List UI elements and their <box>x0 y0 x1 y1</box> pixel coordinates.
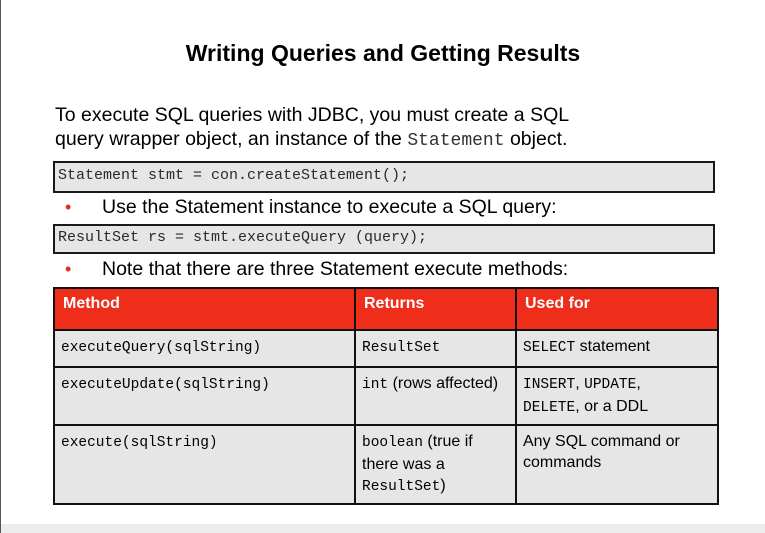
method-name: executeUpdate(sqlString) <box>61 377 270 393</box>
method-cell: execute(sqlString) <box>53 424 356 505</box>
header-used-for: Used for <box>515 287 719 331</box>
used-for-text: , or a DDL <box>575 398 649 415</box>
method-name: execute(sqlString) <box>61 435 218 451</box>
returns-type: boolean <box>362 435 423 451</box>
used-for-code-insert: INSERT <box>523 377 576 393</box>
used-for-text: Any SQL command or commands <box>523 433 680 471</box>
bullet-text: Note that there are three Statement exec… <box>102 258 569 280</box>
returns-type: int <box>362 377 389 393</box>
intro-line-2-text: query wrapper object, an instance of the <box>55 128 402 150</box>
intro-paragraph: To execute SQL queries with JDBC, you mu… <box>55 103 735 153</box>
header-returns: Returns <box>354 287 517 331</box>
slide-title: Writing Queries and Getting Results <box>185 40 581 66</box>
returns-text: (rows affected) <box>392 375 499 392</box>
used-for-code-delete: DELETE <box>523 400 576 416</box>
bullet-dot-icon: • <box>65 197 72 217</box>
bullet-execute-query: • Use the Statement instance to execute a… <box>65 196 557 218</box>
used-for-cell: SELECT statement <box>515 329 719 368</box>
table-header-row: Method Returns Used for <box>53 287 719 331</box>
slide: Writing Queries and Getting Results To e… <box>0 0 765 533</box>
methods-table: Method Returns Used for executeQuery(sql… <box>53 287 719 505</box>
returns-type-resultset: ResultSet <box>362 479 441 495</box>
used-for-cell: INSERT, UPDATE, DELETE, or a DDL <box>515 366 719 426</box>
used-for-code: SELECT <box>523 340 576 356</box>
method-cell: executeUpdate(sqlString) <box>53 366 356 426</box>
bullet-text: Use the Statement instance to execute a … <box>102 196 557 218</box>
bullet-dot-icon: • <box>65 259 72 279</box>
table-row: executeUpdate(sqlString) int (rows affec… <box>53 366 719 426</box>
method-cell: executeQuery(sqlString) <box>53 329 356 368</box>
used-for-cell: Any SQL command or commands <box>515 424 719 505</box>
used-for-text: statement <box>579 338 650 355</box>
footer-bar <box>1 524 765 533</box>
intro-code-statement: Statement <box>407 131 505 151</box>
table-row: execute(sqlString) boolean (true if ther… <box>53 424 719 505</box>
code-create-statement: Statement stmt = con.createStatement(); <box>53 161 715 193</box>
returns-end: ) <box>440 477 446 494</box>
bullet-execute-methods: • Note that there are three Statement exe… <box>65 258 568 280</box>
intro-line-2-end: object. <box>509 128 568 150</box>
returns-cell: int (rows affected) <box>354 366 517 426</box>
intro-line-1: To execute SQL queries with JDBC, you mu… <box>55 104 570 126</box>
separator: , <box>636 375 641 392</box>
method-name: executeQuery(sqlString) <box>61 340 262 356</box>
table-row: executeQuery(sqlString) ResultSet SELECT… <box>53 329 719 368</box>
returns-type: ResultSet <box>362 340 441 356</box>
separator: , <box>575 375 580 392</box>
header-method: Method <box>53 287 356 331</box>
used-for-code-update: UPDATE <box>584 377 637 393</box>
code-execute-query: ResultSet rs = stmt.executeQuery (query)… <box>53 224 715 254</box>
returns-cell: ResultSet <box>354 329 517 368</box>
returns-cell: boolean (true if there was a ResultSet) <box>354 424 517 505</box>
